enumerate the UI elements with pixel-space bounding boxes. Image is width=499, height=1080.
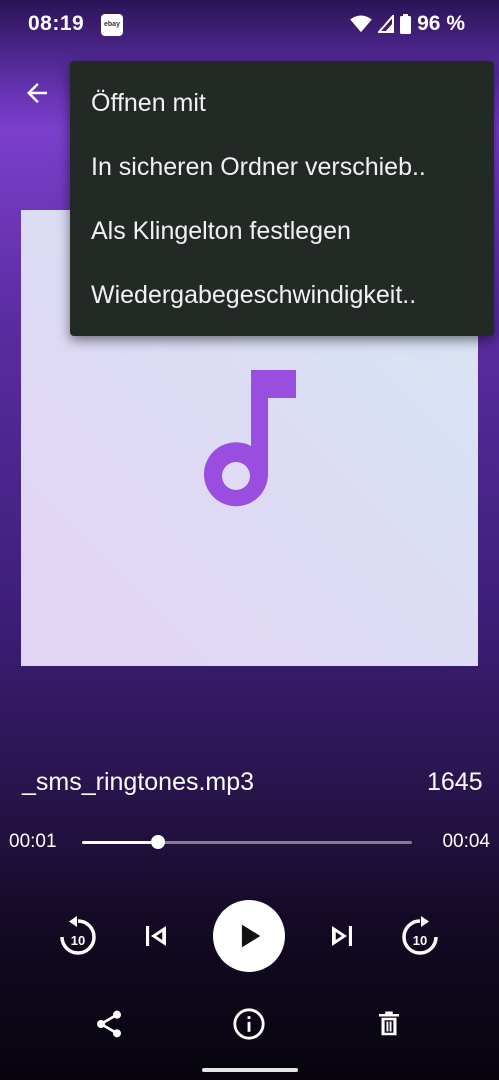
forward-10-button[interactable]: 10	[384, 900, 456, 972]
time-current: 00:01	[9, 831, 57, 852]
share-button[interactable]	[89, 1004, 129, 1044]
seek-bar[interactable]	[82, 835, 412, 849]
menu-item-move-to-secure-folder[interactable]: In sicheren Ordner verschieb..	[70, 135, 494, 199]
skip-next-icon	[332, 926, 352, 946]
arrow-left-icon	[27, 83, 47, 103]
trash-icon	[379, 1011, 399, 1036]
next-button[interactable]	[306, 900, 378, 972]
rewind-10-label: 10	[71, 933, 85, 948]
back-button[interactable]	[22, 78, 52, 108]
menu-item-playback-speed[interactable]: Wiedergabegeschwindigkeit..	[70, 263, 494, 327]
forward-10-label: 10	[413, 933, 427, 948]
forward-10-icon: 10	[402, 916, 438, 955]
bottom-actions	[0, 1000, 499, 1050]
play-button[interactable]	[213, 900, 285, 972]
menu-item-set-as-ringtone[interactable]: Als Klingelton festlegen	[70, 199, 494, 263]
info-button[interactable]	[229, 1004, 269, 1044]
status-bar: 08:19 ebay 96 %	[0, 0, 499, 50]
battery-icon	[400, 14, 412, 34]
play-icon	[241, 924, 261, 948]
menu-item-open-with[interactable]: Öffnen mit	[70, 71, 494, 135]
file-size: 1645	[427, 768, 483, 796]
status-time: 08:19	[28, 12, 85, 35]
overflow-menu: Öffnen mit In sicheren Ordner verschieb.…	[70, 61, 494, 336]
time-total: 00:04	[442, 831, 490, 852]
battery-percentage: 96 %	[417, 12, 465, 35]
seek-bar-thumb[interactable]	[150, 835, 165, 849]
ebay-icon: ebay	[101, 14, 123, 36]
seek-bar-progress	[82, 841, 158, 844]
rewind-10-button[interactable]: 10	[42, 900, 114, 972]
delete-button[interactable]	[369, 1004, 409, 1044]
replay-10-icon: 10	[60, 916, 96, 955]
file-name: _sms_ringtones.mp3	[22, 768, 255, 796]
music-note-icon	[204, 370, 296, 507]
skip-previous-icon	[146, 926, 166, 946]
wifi-icon	[350, 15, 372, 33]
cell-signal-icon	[378, 15, 395, 33]
share-icon	[97, 1010, 121, 1038]
previous-button[interactable]	[120, 900, 192, 972]
info-icon	[233, 1008, 265, 1040]
home-indicator[interactable]	[202, 1068, 298, 1072]
status-right: 96 %	[350, 12, 465, 36]
